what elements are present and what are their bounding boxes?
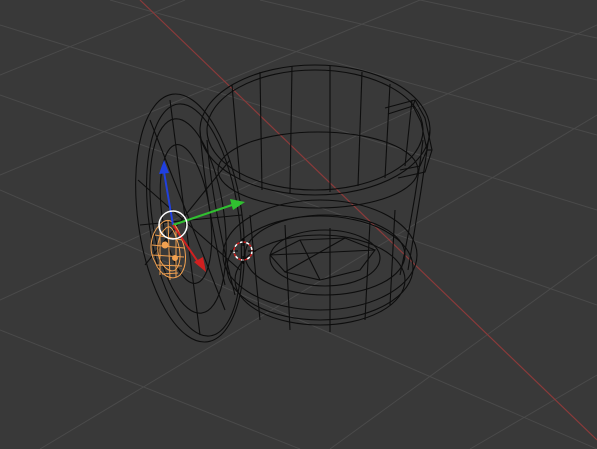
gizmo-z-axis[interactable]: [163, 171, 174, 226]
3d-viewport[interactable]: [0, 0, 597, 449]
viewport-canvas[interactable]: [0, 0, 597, 449]
floor-grid: [0, 0, 597, 449]
gizmo-z-arrow-icon[interactable]: [159, 160, 169, 174]
pot-lid-wireframe[interactable]: [121, 87, 259, 349]
lid-handle-selected[interactable]: [150, 219, 186, 281]
x-axis-line: [139, 0, 597, 441]
